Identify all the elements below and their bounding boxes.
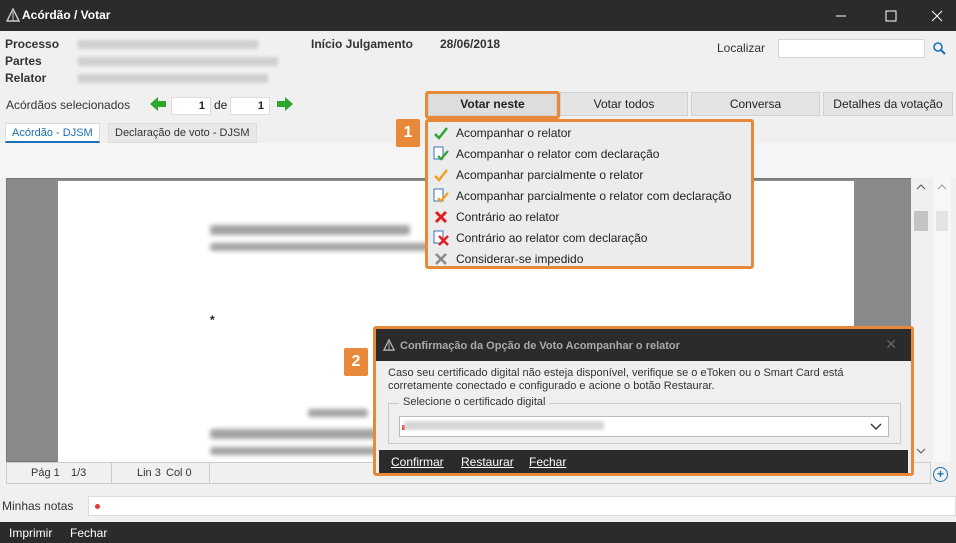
maximize-button[interactable] bbox=[868, 0, 914, 31]
annotation-badge-2: 2 bbox=[344, 348, 368, 376]
imprimir-button[interactable]: Imprimir bbox=[9, 526, 52, 540]
doc-tab-acordao[interactable]: Acórdão - DJSM bbox=[5, 123, 100, 143]
certificate-value-redacted bbox=[404, 421, 604, 430]
restaurar-button[interactable]: Restaurar bbox=[461, 455, 514, 469]
vote-option-contrario-declaracao[interactable]: Contrário ao relator com declaração bbox=[433, 228, 749, 248]
relator-value-redacted bbox=[78, 74, 268, 83]
zoom-in-icon[interactable]: + bbox=[933, 467, 948, 482]
tab-detalhes-votacao[interactable]: Detalhes da votação bbox=[823, 92, 953, 116]
partes-value-redacted bbox=[78, 57, 278, 66]
vote-option-label: Contrário ao relator com declaração bbox=[456, 231, 648, 245]
doc-orange-check-icon bbox=[433, 188, 449, 203]
side-scrollbar[interactable] bbox=[933, 178, 951, 462]
dialog-title-bar: Confirmação da Opção de Voto Acompanhar … bbox=[376, 329, 911, 361]
scroll-thumb[interactable] bbox=[936, 211, 948, 231]
localizar-input[interactable] bbox=[778, 39, 925, 58]
scroll-down-icon[interactable] bbox=[916, 448, 926, 454]
doc-tab-declaracao-voto[interactable]: Declaração de voto - DJSM bbox=[108, 123, 257, 143]
minimize-icon bbox=[836, 15, 846, 16]
bottom-action-bar: Imprimir Fechar bbox=[0, 522, 956, 543]
certificate-group-label: Selecione o certificado digital bbox=[399, 396, 550, 408]
process-header: Processo Partes Relator Início Julgament… bbox=[0, 31, 956, 89]
processo-label: Processo bbox=[5, 37, 60, 51]
votar-neste-highlight bbox=[425, 91, 560, 119]
scroll-up-icon[interactable] bbox=[937, 184, 947, 190]
doc-red-x-icon bbox=[433, 230, 449, 246]
red-x-icon bbox=[434, 210, 448, 224]
dialog-fechar-button[interactable]: Fechar bbox=[529, 455, 566, 469]
vote-option-acompanhar[interactable]: Acompanhar o relator bbox=[433, 123, 749, 143]
vote-option-label: Acompanhar parcialmente o relator com de… bbox=[456, 189, 732, 203]
app-logo-icon bbox=[6, 8, 20, 22]
dialog-message: Caso seu certificado digital não esteja … bbox=[388, 367, 844, 392]
vote-option-label: Acompanhar parcialmente o relator bbox=[456, 168, 644, 182]
certificate-group: Selecione o certificado digital bbox=[388, 396, 901, 444]
title-bar: Acórdão / Votar bbox=[0, 0, 956, 31]
minhas-notas-label: Minhas notas bbox=[2, 499, 74, 513]
de-label: de bbox=[214, 98, 228, 112]
dialog-title: Confirmação da Opção de Voto Acompanhar … bbox=[400, 340, 680, 352]
doc-green-check-icon bbox=[433, 146, 449, 161]
green-check-icon bbox=[434, 127, 448, 140]
inicio-julgamento-date: 28/06/2018 bbox=[440, 37, 501, 51]
vote-option-acompanhar-declaracao[interactable]: Acompanhar o relator com declaração bbox=[433, 144, 749, 164]
column-indicator: Col 0 bbox=[166, 467, 192, 479]
inicio-julgamento-label: Início Julgamento bbox=[311, 37, 414, 51]
search-icon[interactable] bbox=[932, 41, 946, 55]
window-title: Acórdão / Votar bbox=[22, 8, 111, 22]
dialog-close-icon[interactable]: ✕ bbox=[885, 336, 897, 353]
notes-input[interactable] bbox=[88, 496, 956, 516]
orange-check-icon bbox=[434, 169, 448, 182]
certificate-select[interactable] bbox=[399, 416, 889, 437]
divider bbox=[111, 463, 112, 483]
previous-arrow-icon[interactable] bbox=[149, 96, 167, 112]
fechar-button[interactable]: Fechar bbox=[70, 526, 107, 540]
vote-option-label: Considerar-se impedido bbox=[456, 252, 584, 266]
relator-label: Relator bbox=[5, 71, 47, 85]
doc-text-redacted bbox=[308, 409, 368, 417]
scroll-thumb[interactable] bbox=[914, 211, 928, 231]
vote-option-label: Contrário ao relator bbox=[456, 210, 560, 224]
vote-option-label: Acompanhar o relator com declaração bbox=[456, 147, 660, 161]
gray-x-icon bbox=[435, 253, 447, 265]
document-scrollbar[interactable] bbox=[911, 178, 931, 462]
total-acordaos-number: 1 bbox=[230, 97, 270, 115]
dialog-footer: Confirmar Restaurar Fechar bbox=[379, 450, 908, 473]
tab-votar-todos[interactable]: Votar todos bbox=[560, 92, 688, 116]
vote-option-contrario[interactable]: Contrário ao relator bbox=[433, 207, 749, 227]
localizar-label: Localizar bbox=[717, 41, 766, 55]
chevron-down-icon bbox=[870, 423, 882, 430]
annotation-badge-1: 1 bbox=[396, 119, 420, 147]
line-indicator: Lin 3 bbox=[137, 467, 161, 479]
processo-value-redacted bbox=[78, 40, 258, 49]
vote-option-label: Acompanhar o relator bbox=[456, 126, 572, 140]
page-count: 1/3 bbox=[71, 467, 87, 479]
vote-option-acompanhar-parcialmente[interactable]: Acompanhar parcialmente o relator bbox=[433, 165, 749, 185]
notes-bar: Minhas notas bbox=[0, 494, 956, 518]
maximize-icon bbox=[885, 10, 897, 21]
confirmar-button[interactable]: Confirmar bbox=[391, 455, 444, 469]
doc-bullet-mark: * bbox=[210, 313, 215, 327]
vote-options-menu: Acompanhar o relator Acompanhar o relato… bbox=[425, 119, 754, 269]
vote-option-acompanhar-parcialmente-declaracao[interactable]: Acompanhar parcialmente o relator com de… bbox=[433, 186, 749, 206]
scroll-up-icon[interactable] bbox=[916, 184, 926, 190]
current-acordao-number[interactable]: 1 bbox=[171, 97, 211, 115]
page-indicator: Pág 1 bbox=[31, 467, 60, 479]
divider bbox=[209, 463, 210, 483]
confirm-vote-dialog: Confirmação da Opção de Voto Acompanhar … bbox=[373, 326, 914, 476]
minimize-button[interactable] bbox=[818, 0, 864, 31]
acordaos-selecionados-label: Acórdãos selecionados bbox=[6, 98, 131, 112]
app-logo-icon bbox=[383, 339, 395, 351]
partes-label: Partes bbox=[5, 54, 42, 68]
next-arrow-icon[interactable] bbox=[276, 96, 294, 112]
notes-indicator-dot bbox=[95, 504, 100, 509]
tab-conversa[interactable]: Conversa bbox=[691, 92, 820, 116]
doc-text-redacted bbox=[210, 225, 410, 235]
vote-option-impedido[interactable]: Considerar-se impedido bbox=[433, 249, 749, 269]
close-window-button[interactable] bbox=[914, 0, 956, 31]
close-icon bbox=[931, 10, 943, 21]
